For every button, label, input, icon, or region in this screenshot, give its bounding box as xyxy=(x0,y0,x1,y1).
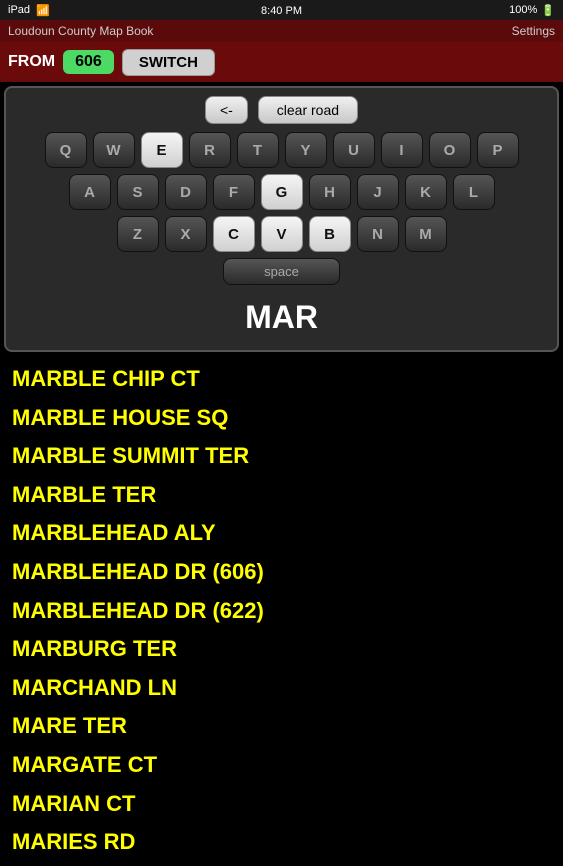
street-item[interactable]: MARIAN CT xyxy=(12,785,551,824)
key-R[interactable]: R xyxy=(189,132,231,168)
street-item[interactable]: MARBURG TER xyxy=(12,630,551,669)
key-V[interactable]: V xyxy=(261,216,303,252)
battery-icon: 🔋 xyxy=(541,4,555,17)
battery-label: 100% xyxy=(509,4,537,16)
key-A[interactable]: A xyxy=(69,174,111,210)
key-E[interactable]: E xyxy=(141,132,183,168)
current-input-display: MAR xyxy=(10,295,553,342)
wifi-icon: 📶 xyxy=(36,4,50,17)
street-item[interactable]: MARBLE SUMMIT TER xyxy=(12,437,551,476)
keyboard-row-1: Q W E R T Y U I O P xyxy=(10,132,553,168)
keyboard-section: <- clear road Q W E R T Y U I O P A S D … xyxy=(4,86,559,352)
app-title: Loudoun County Map Book xyxy=(8,24,153,38)
keyboard-space-row: space xyxy=(10,258,553,289)
settings-button[interactable]: Settings xyxy=(512,24,555,38)
street-item[interactable]: MARBLE HOUSE SQ xyxy=(12,399,551,438)
backspace-button[interactable]: <- xyxy=(205,96,248,124)
keyboard-row-2: A S D F G H J K L xyxy=(10,174,553,210)
key-O[interactable]: O xyxy=(429,132,471,168)
key-W[interactable]: W xyxy=(93,132,135,168)
key-G[interactable]: G xyxy=(261,174,303,210)
from-label: FROM xyxy=(8,53,55,71)
keyboard-row-3: Z X C V B N M xyxy=(10,216,553,252)
key-H[interactable]: H xyxy=(309,174,351,210)
key-L[interactable]: L xyxy=(453,174,495,210)
key-I[interactable]: I xyxy=(381,132,423,168)
street-item[interactable]: MARE TER xyxy=(12,707,551,746)
keyboard-top-row: <- clear road xyxy=(10,96,553,124)
space-button[interactable]: space xyxy=(223,258,340,285)
key-J[interactable]: J xyxy=(357,174,399,210)
street-item[interactable]: MARBLEHEAD DR (622) xyxy=(12,592,551,631)
key-N[interactable]: N xyxy=(357,216,399,252)
key-X[interactable]: X xyxy=(165,216,207,252)
street-item[interactable]: MARBLEHEAD DR (606) xyxy=(12,553,551,592)
page-number-badge: 606 xyxy=(63,50,114,74)
key-Q[interactable]: Q xyxy=(45,132,87,168)
device-label: iPad xyxy=(8,4,30,16)
street-item[interactable]: MARIES RD xyxy=(12,823,551,862)
street-item[interactable]: MARGATE CT xyxy=(12,746,551,785)
key-S[interactable]: S xyxy=(117,174,159,210)
switch-button[interactable]: SWITCH xyxy=(122,49,215,76)
key-C[interactable]: C xyxy=(213,216,255,252)
key-D[interactable]: D xyxy=(165,174,207,210)
key-F[interactable]: F xyxy=(213,174,255,210)
clear-road-button[interactable]: clear road xyxy=(258,96,358,124)
key-T[interactable]: T xyxy=(237,132,279,168)
key-K[interactable]: K xyxy=(405,174,447,210)
street-item[interactable]: MARBLE TER xyxy=(12,476,551,515)
key-M[interactable]: M xyxy=(405,216,447,252)
title-bar: Loudoun County Map Book Settings xyxy=(0,20,563,42)
key-Z[interactable]: Z xyxy=(117,216,159,252)
toolbar: FROM 606 SWITCH xyxy=(0,42,563,82)
street-item[interactable]: MARCHAND LN xyxy=(12,669,551,708)
key-B[interactable]: B xyxy=(309,216,351,252)
key-Y[interactable]: Y xyxy=(285,132,327,168)
status-bar: iPad 📶 8:40 PM 100% 🔋 xyxy=(0,0,563,20)
clock: 8:40 PM xyxy=(261,5,302,17)
key-P[interactable]: P xyxy=(477,132,519,168)
street-list[interactable]: MARBLE CHIP CTMARBLE HOUSE SQMARBLE SUMM… xyxy=(0,356,563,866)
street-item[interactable]: MARBLE CHIP CT xyxy=(12,360,551,399)
key-U[interactable]: U xyxy=(333,132,375,168)
street-item[interactable]: MARBLEHEAD ALY xyxy=(12,514,551,553)
